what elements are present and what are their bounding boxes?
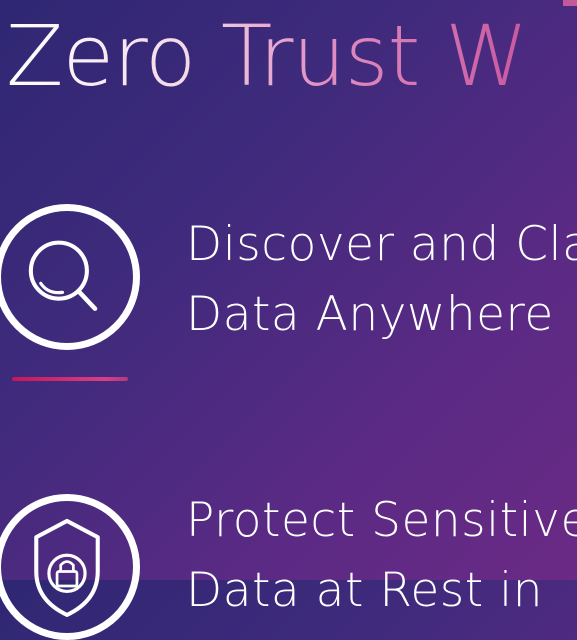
feature-line-2: Data at Rest in (186, 563, 543, 618)
feature-line-1: Protect Sensitive (186, 493, 577, 548)
feature-text: Protect Sensitive Data at Rest in (186, 486, 577, 626)
shield-lock-icon (0, 494, 140, 640)
feature-line-1: Discover and Cla (186, 217, 577, 272)
feature-text: Discover and Cla Data Anywhere (186, 210, 577, 350)
accent-divider (12, 377, 128, 381)
corner-accent (563, 0, 577, 6)
feature-line-2: Data Anywhere (186, 287, 554, 342)
magnifier-icon (0, 204, 140, 350)
page-title: Zero Trust W (6, 7, 528, 105)
